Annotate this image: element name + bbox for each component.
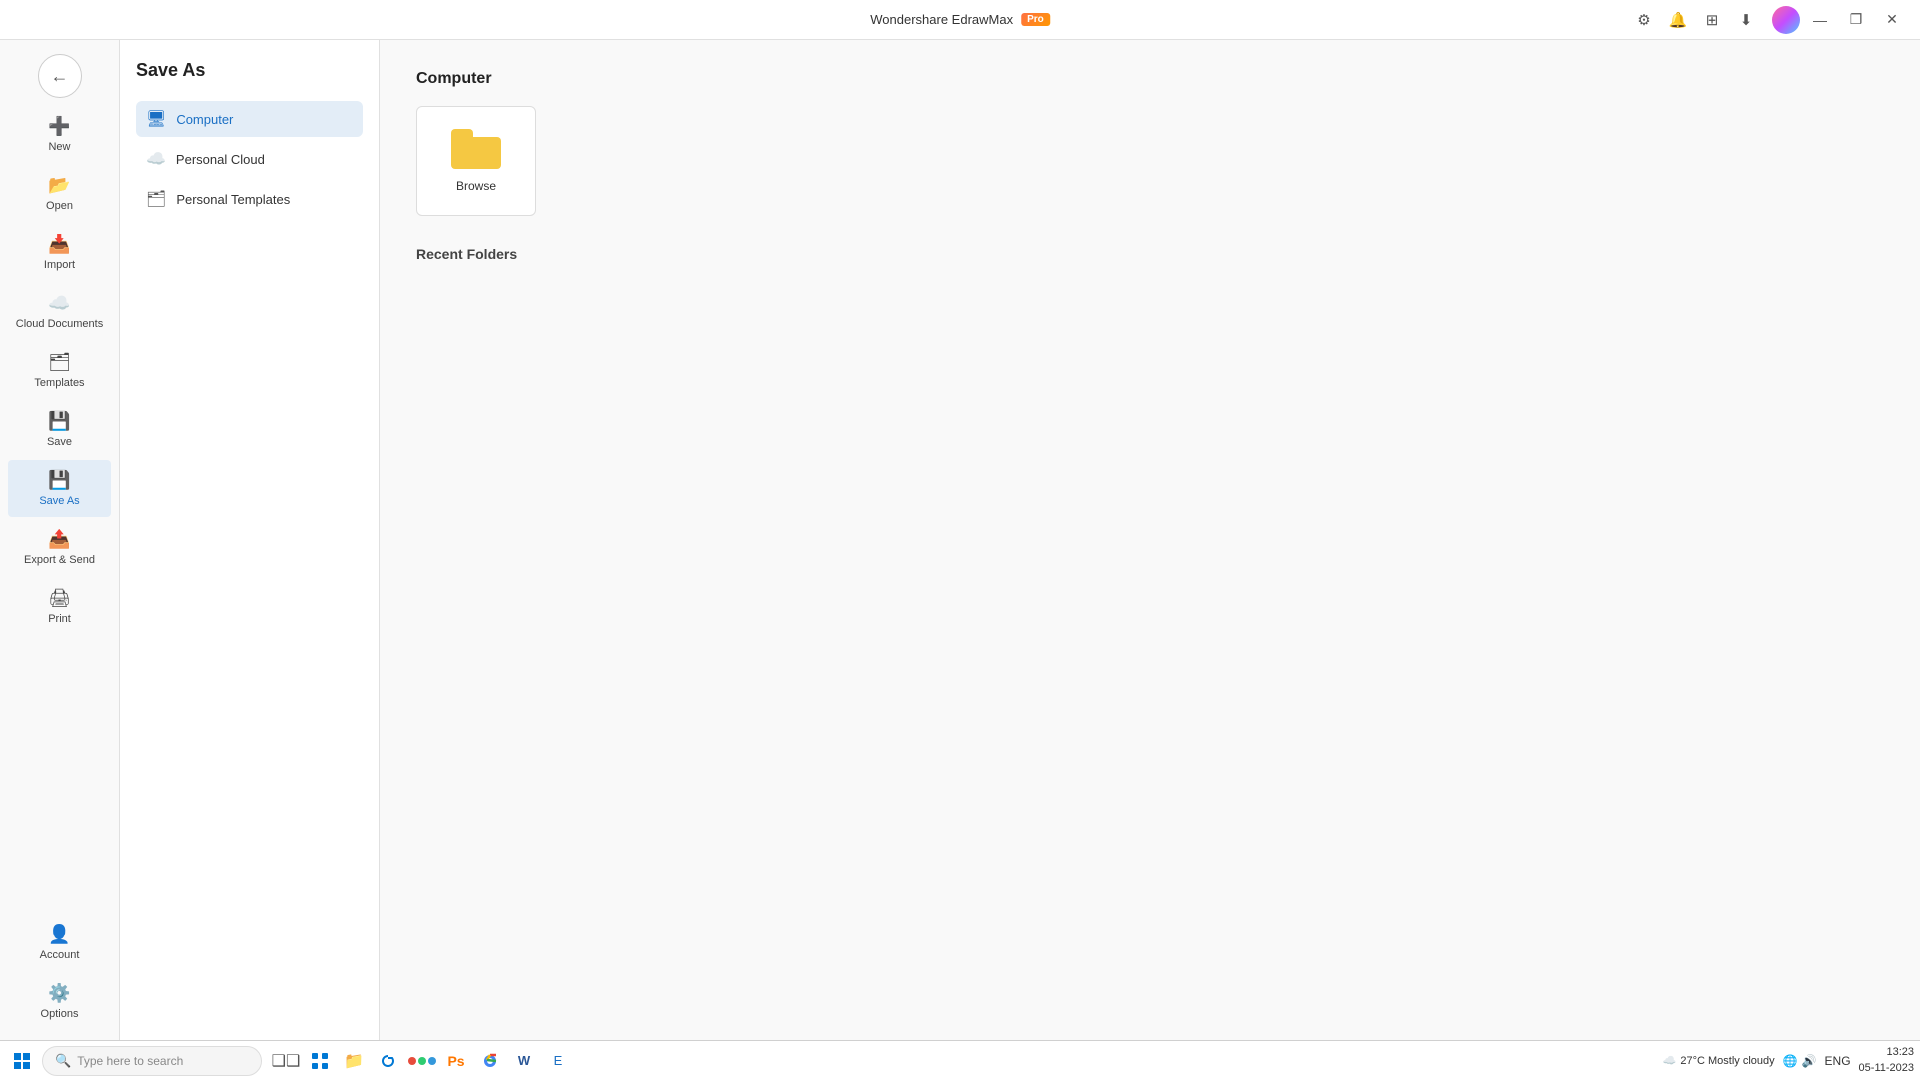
personalCloud-option-icon: ☁️: [146, 149, 166, 169]
cloud-icon: ☁️: [48, 293, 70, 314]
saveas-icon: 💾: [48, 470, 70, 491]
options-label: Options: [41, 1008, 79, 1020]
sidebar-item-import[interactable]: 📥 Import: [8, 224, 111, 281]
back-button[interactable]: ←: [38, 54, 82, 98]
sidebar-item-saveas[interactable]: 💾 Save As: [8, 460, 111, 517]
widgets-button[interactable]: [304, 1045, 336, 1077]
settings-icon[interactable]: ⚙: [1630, 6, 1658, 34]
weather-text: 27°C Mostly cloudy: [1680, 1055, 1774, 1067]
personalTemplates-option-icon: 🗂: [146, 189, 166, 209]
panel-title: Save As: [136, 60, 363, 81]
taskbar-clock: 13:23 05-11-2023: [1859, 1045, 1914, 1076]
sidebar-item-templates[interactable]: 🗂 Templates: [8, 342, 111, 399]
sidebar-item-save[interactable]: 💾 Save: [8, 401, 111, 458]
content-area: Computer Browse Recent Folders: [380, 40, 1920, 1040]
search-placeholder: Type here to search: [77, 1054, 183, 1068]
computer-section-title: Computer: [416, 70, 1884, 88]
sidebar-item-open[interactable]: 📂 Open: [8, 165, 111, 222]
browse-label: Browse: [456, 179, 496, 193]
start-button[interactable]: [6, 1045, 38, 1077]
account-icon: 👤: [48, 924, 70, 945]
computer-option-icon: 🖥: [146, 109, 166, 129]
clock-time: 13:23: [1859, 1045, 1914, 1060]
network-icon: 🌐: [1783, 1054, 1798, 1068]
options-icon: ⚙️: [48, 983, 70, 1004]
browse-card[interactable]: Browse: [416, 106, 536, 216]
language-indicator: ENG: [1825, 1054, 1851, 1068]
computer-option-label: Computer: [176, 112, 233, 127]
restore-button[interactable]: ❐: [1840, 6, 1872, 34]
close-button[interactable]: ✕: [1876, 6, 1908, 34]
save-option-personalCloud[interactable]: ☁️ Personal Cloud: [136, 141, 363, 177]
title-bar-center: Wondershare EdrawMax Pro: [870, 12, 1050, 27]
import-label: Import: [44, 259, 75, 271]
clock-date: 05-11-2023: [1859, 1061, 1914, 1076]
download-icon[interactable]: ⬇: [1732, 6, 1760, 34]
cloud-icon: ☁️: [1663, 1054, 1677, 1067]
open-icon: 📂: [48, 175, 70, 196]
title-bar-controls: ⚙ 🔔 ⊞ ⬇ — ❐ ✕: [1630, 6, 1908, 34]
edge-button[interactable]: [372, 1045, 404, 1077]
import-icon: 📥: [48, 234, 70, 255]
pro-badge: Pro: [1021, 13, 1050, 26]
save-option-computer[interactable]: 🖥 Computer: [136, 101, 363, 137]
main-content: ← ➕ New 📂 Open 📥 Import ☁️ Cloud Documen…: [0, 40, 1920, 1040]
edrawmax-taskbar-button[interactable]: E: [542, 1045, 574, 1077]
system-tray: 🌐 🔊: [1783, 1054, 1817, 1068]
title-bar: Wondershare EdrawMax Pro ⚙ 🔔 ⊞ ⬇ — ❐ ✕: [0, 0, 1920, 40]
personalCloud-option-label: Personal Cloud: [176, 152, 265, 167]
account-label: Account: [40, 949, 80, 961]
file-explorer-button[interactable]: 📁: [338, 1045, 370, 1077]
notification-icon[interactable]: 🔔: [1664, 6, 1692, 34]
export-label: Export & Send: [24, 554, 95, 566]
search-icon: 🔍: [55, 1053, 71, 1069]
word-button[interactable]: W: [508, 1045, 540, 1077]
templates-icon: 🗂: [48, 352, 71, 373]
avatar[interactable]: [1772, 6, 1800, 34]
save-option-personalTemplates[interactable]: 🗂 Personal Templates: [136, 181, 363, 217]
cloud-label: Cloud Documents: [16, 318, 103, 330]
weather-info: ☁️ 27°C Mostly cloudy: [1663, 1054, 1775, 1067]
new-label: New: [48, 141, 70, 153]
taskbar-right: ☁️ 27°C Mostly cloudy 🌐 🔊 ENG 13:23 05-1…: [1663, 1045, 1914, 1076]
open-label: Open: [46, 200, 73, 212]
taskview-button[interactable]: ❑❑: [270, 1045, 302, 1077]
personalTemplates-option-label: Personal Templates: [176, 192, 290, 207]
chrome-button[interactable]: [474, 1045, 506, 1077]
sidebar-item-new[interactable]: ➕ New: [8, 106, 111, 163]
save-as-panel: Save As 🖥 Computer ☁️ Personal Cloud 🗂 P…: [120, 40, 380, 1040]
sidebar-item-account[interactable]: 👤 Account: [8, 914, 111, 971]
toolbar-icons: ⚙ 🔔 ⊞ ⬇: [1630, 6, 1760, 34]
sidebar-narrow: ← ➕ New 📂 Open 📥 Import ☁️ Cloud Documen…: [0, 40, 120, 1040]
photoshop-button[interactable]: Ps: [440, 1045, 472, 1077]
share-icon[interactable]: ⊞: [1698, 6, 1726, 34]
sidebar-item-options[interactable]: ⚙️ Options: [8, 973, 111, 1030]
taskbar: 🔍 Type here to search ❑❑ 📁 Ps W E: [0, 1040, 1920, 1080]
export-icon: 📤: [48, 529, 70, 550]
save-icon: 💾: [48, 411, 70, 432]
minimize-button[interactable]: —: [1804, 6, 1836, 34]
volume-icon: 🔊: [1802, 1054, 1817, 1068]
new-icon: ➕: [48, 116, 70, 137]
recent-folders-title: Recent Folders: [416, 246, 1884, 262]
saveas-label: Save As: [39, 495, 79, 507]
color-dots: [408, 1057, 436, 1065]
save-label: Save: [47, 436, 72, 448]
sidebar-item-cloud[interactable]: ☁️ Cloud Documents: [8, 283, 111, 340]
print-icon: 🖨: [48, 588, 71, 609]
sidebar-item-print[interactable]: 🖨 Print: [8, 578, 111, 635]
print-label: Print: [48, 613, 71, 625]
sidebar-item-export[interactable]: 📤 Export & Send: [8, 519, 111, 576]
app-title: Wondershare EdrawMax: [870, 12, 1013, 27]
taskbar-search[interactable]: 🔍 Type here to search: [42, 1046, 262, 1076]
taskbar-apps: ❑❑ 📁 Ps W E: [270, 1045, 574, 1077]
templates-label: Templates: [34, 377, 84, 389]
folder-icon: [451, 129, 501, 169]
